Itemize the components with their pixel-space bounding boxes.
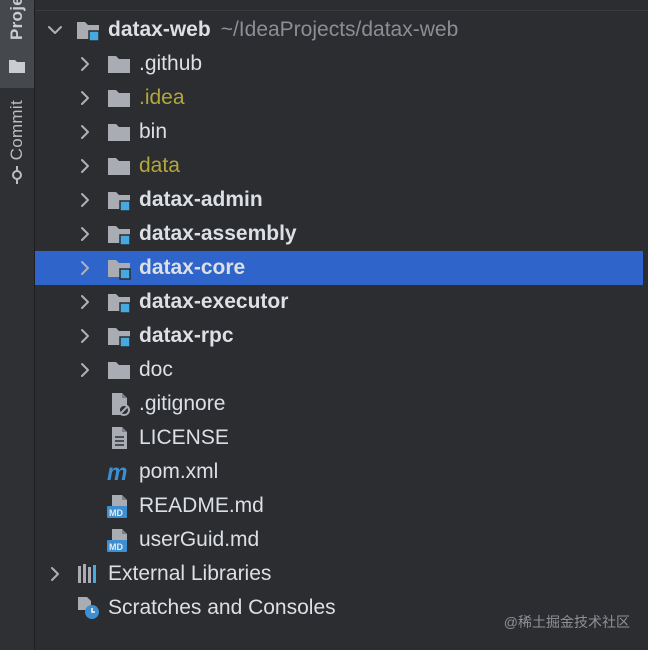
tree-item-label: datax-rpc: [139, 324, 234, 347]
tree-item-label: .idea: [139, 86, 185, 109]
project-tree: datax-web ~/IdeaProjects/datax-web .github…: [35, 0, 648, 650]
tree-item-data[interactable]: data: [35, 149, 643, 183]
tree-item-label: External Libraries: [108, 562, 272, 585]
tree-item-bin[interactable]: bin: [35, 115, 643, 149]
svg-text:MD: MD: [109, 542, 123, 552]
left-tool-stripe: Proje Commit: [0, 0, 35, 650]
chevron-right-icon[interactable]: [75, 353, 95, 387]
chevron-right-icon[interactable]: [45, 557, 65, 591]
markdown-file-icon: MD: [106, 527, 132, 553]
chevron-right-icon[interactable]: [75, 251, 95, 285]
tree-item-label: pom.xml: [139, 460, 219, 483]
chevron-right-icon[interactable]: [75, 47, 95, 81]
library-icon: [75, 561, 101, 587]
tree-item-datax-rpc[interactable]: datax-rpc: [35, 319, 643, 353]
commit-icon: [12, 166, 22, 185]
commit-tab-label: Commit: [7, 100, 26, 161]
tree-item-label: .github: [139, 52, 203, 75]
chevron-right-icon[interactable]: [75, 149, 95, 183]
tree-item-datax-core[interactable]: datax-core: [35, 251, 643, 285]
tree-item-datax-admin[interactable]: datax-admin: [35, 183, 643, 217]
tree-item-datax-assembly[interactable]: datax-assembly: [35, 217, 643, 251]
project-path: ~/IdeaProjects/datax-web: [220, 18, 459, 41]
module-folder-icon: [106, 289, 132, 315]
project-tab[interactable]: Proje: [0, 0, 34, 88]
chevron-right-icon[interactable]: [75, 285, 95, 319]
tree-item-label: .gitignore: [139, 392, 226, 415]
scratches-icon: [75, 595, 101, 621]
text-file-icon: [106, 425, 132, 451]
chevron-right-icon[interactable]: [75, 217, 95, 251]
chevron-right-icon[interactable]: [75, 81, 95, 115]
tree-item-gitignore[interactable]: .gitignore: [35, 387, 643, 421]
svg-text:m: m: [107, 459, 127, 485]
module-folder-icon: [75, 17, 101, 43]
tree-item-label: datax-core: [139, 256, 246, 279]
tree-item-pom-xml[interactable]: m pom.xml: [35, 455, 643, 489]
watermark: @稀土掘金技术社区: [503, 614, 630, 630]
tree-root-row[interactable]: datax-web ~/IdeaProjects/datax-web: [35, 13, 643, 47]
tree-item-datax-executor[interactable]: datax-executor: [35, 285, 643, 319]
tree-item-label: doc: [139, 358, 173, 381]
module-folder-icon: [106, 221, 132, 247]
svg-text:MD: MD: [109, 508, 123, 518]
tree-item-label: LICENSE: [139, 426, 229, 449]
tree-item-label: datax-admin: [139, 188, 263, 211]
module-folder-icon: [106, 187, 132, 213]
folder-icon: [106, 85, 132, 111]
tree-item-label: data: [139, 154, 180, 177]
folder-icon: [106, 357, 132, 383]
toolbar-divider: [35, 0, 648, 11]
module-folder-icon: [106, 323, 132, 349]
maven-icon: m: [106, 459, 132, 485]
commit-tab[interactable]: Commit: [0, 100, 34, 200]
module-folder-icon: [106, 255, 132, 281]
tree-item-license[interactable]: LICENSE: [35, 421, 643, 455]
tree-item-label: datax-assembly: [139, 222, 297, 245]
folder-icon: [106, 119, 132, 145]
folder-icon: [9, 60, 25, 73]
tree-item-userguid-md[interactable]: MD userGuid.md: [35, 523, 643, 557]
markdown-file-icon: MD: [106, 493, 132, 519]
tree-item-idea[interactable]: .idea: [35, 81, 643, 115]
tree-item-readme-md[interactable]: MD README.md: [35, 489, 643, 523]
ignore-file-icon: [106, 391, 132, 417]
tree-item-label: Scratches and Consoles: [108, 596, 336, 619]
chevron-right-icon[interactable]: [75, 319, 95, 353]
chevron-down-icon[interactable]: [45, 13, 65, 47]
tree-item-label: bin: [139, 120, 168, 143]
tree-item-label: datax-web ~/IdeaProjects/datax-web: [108, 18, 459, 41]
tree-item-external-libraries[interactable]: External Libraries: [35, 557, 643, 591]
project-tool-window: Proje Commit datax-web ~/IdeaProjects/dat…: [0, 0, 648, 650]
tree-item-label: userGuid.md: [139, 528, 260, 551]
folder-icon: [106, 51, 132, 77]
tree-item-label: README.md: [139, 494, 264, 517]
folder-icon: [106, 153, 132, 179]
chevron-right-icon[interactable]: [75, 115, 95, 149]
project-tab-label: Proje: [7, 0, 26, 41]
tree-item-doc[interactable]: doc: [35, 353, 643, 387]
tree-item-label: datax-executor: [139, 290, 289, 313]
chevron-right-icon[interactable]: [75, 183, 95, 217]
tree-item-github[interactable]: .github: [35, 47, 643, 81]
